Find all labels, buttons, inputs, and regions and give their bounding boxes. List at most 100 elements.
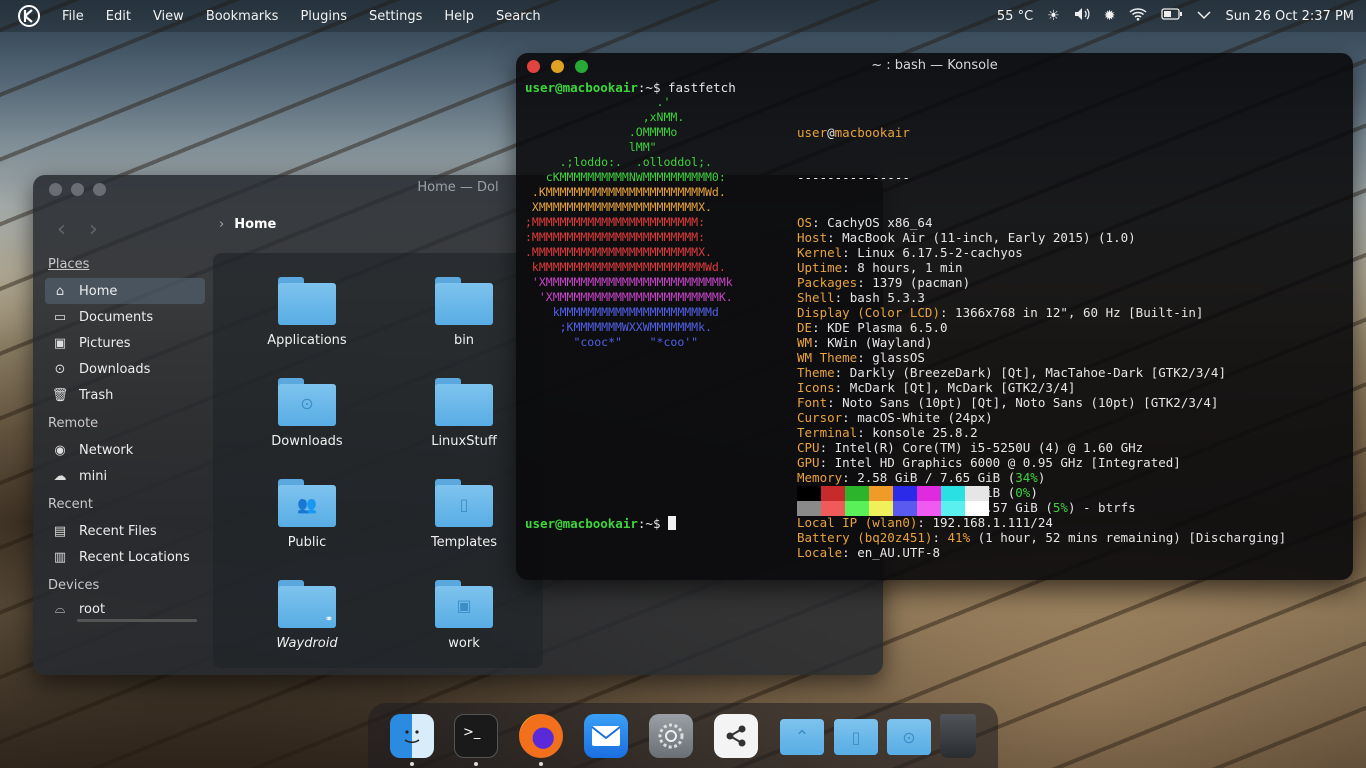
info-row: Terminal: konsole 25.8.2 [797,425,1286,440]
info-row: Icons: McDark [Qt], McDark [GTK2/3/4] [797,380,1286,395]
info-value: : glassOS [857,350,925,365]
menu-view[interactable]: View [153,9,184,24]
breadcrumb-home[interactable]: Home [234,217,276,232]
folder-waydroid[interactable]: ⚭ Waydroid [247,580,367,651]
applications-folder-icon[interactable]: ⌃ [780,719,824,755]
system-tray: 55 °C ☀ ✹ Sun 26 Oct 2:37 PM [983,0,1366,32]
sidebar-item-mini[interactable]: ☁ mini [45,463,205,489]
drive-icon: ⌓ [54,601,66,617]
share-icon[interactable] [714,714,758,758]
folder-work[interactable]: ▣ work [404,580,524,651]
downloads-folder-icon[interactable]: ⊙ [887,719,931,755]
sidebar-item-trash[interactable]: 🗑 Trash [45,382,205,408]
battery-icon[interactable] [1161,8,1183,24]
folder-templates[interactable]: ▯ Templates [404,479,524,550]
volume-icon[interactable] [1074,7,1090,25]
forward-button[interactable]: › [89,217,98,242]
sidebar-item-label: root [79,601,106,617]
menu-plugins[interactable]: Plugins [300,9,347,24]
sidebar-item-home[interactable]: ⌂ Home [45,278,205,304]
logo-line: ;KMMMMMMMWXXWMMMMMMMk. [525,320,712,334]
system-settings-icon[interactable] [649,714,693,758]
mail-icon[interactable] [584,714,628,758]
finder-icon[interactable] [390,714,434,758]
konsole-window: ~ : bash — Konsole user@macbookair:~$ fa… [516,53,1353,580]
night-light-icon[interactable]: ✹ [1104,8,1116,24]
maximize-button[interactable] [93,183,106,196]
info-value: : Noto Sans (10pt) [Qt], Noto Sans (10pt… [827,395,1219,410]
folder-applications[interactable]: Applications [247,277,367,348]
sidebar-item-label: mini [79,468,108,484]
minimize-button[interactable] [71,183,84,196]
color-swatch [941,486,965,501]
info-row: WM Theme: glassOS [797,350,1286,365]
info-key: Memory [797,470,843,485]
sidebar-item-network[interactable]: ◉ Network [45,437,205,463]
sidebar-item-recent-files[interactable]: ▤ Recent Files [45,518,205,544]
color-swatch [893,501,917,516]
info-percent: 5% [1052,500,1068,515]
brightness-icon[interactable]: ☀ [1047,8,1060,24]
folder-downloads[interactable]: ⊙ Downloads [247,378,367,449]
info-percent: 41% [947,530,971,545]
logo-line: cKMMMMMMMMMMNWMMMMMMMMMM0: [525,170,726,184]
sidebar-item-root[interactable]: ⌓ root [45,599,205,619]
sidebar-item-pictures[interactable]: ▣ Pictures [45,330,205,356]
menu-file[interactable]: File [62,9,84,24]
running-indicator [539,762,543,766]
info-row: Shell: bash 5.3.3 [797,290,1286,305]
info-value: : Intel HD Graphics 6000 @ 0.95 GHz [Int… [819,455,1181,470]
sidebar-item-recent-locations[interactable]: ▥ Recent Locations [45,544,205,570]
folder-bin[interactable]: bin [404,277,524,348]
wifi-icon[interactable] [1129,7,1147,25]
info-value-tail: (1 hour, 52 mins remaining) [Discharging… [970,530,1287,545]
places-sidebar: Places ⌂ Home ▭ Documents ▣ Pictures ⊙ Downl… [45,257,205,622]
back-button[interactable]: ‹ [57,217,66,242]
kde-launcher-icon[interactable] [14,1,44,31]
sidebar-item-label: Network [79,442,134,458]
info-value: : macOS-White (24px) [842,410,993,425]
color-swatch [893,486,917,501]
folder-label: bin [453,333,475,348]
clock[interactable]: Sun 26 Oct 2:37 PM [1225,9,1354,24]
info-separator: --------------- [797,170,910,185]
info-value: : 192.168.1.111/24 [917,515,1053,530]
folder-linuxstuff[interactable]: LinuxStuff [404,378,524,449]
info-key: Locale [797,545,843,560]
menu-edit[interactable]: Edit [106,9,131,24]
color-swatch [821,486,845,501]
sidebar-item-downloads[interactable]: ⊙ Downloads [45,356,205,382]
logo-line: ;MMMMMMMMMMMMMMMMMMMMMMMM: [525,215,706,229]
menu-settings[interactable]: Settings [369,9,422,24]
info-value: : konsole 25.8.2 [857,425,978,440]
menu-help[interactable]: Help [444,9,474,24]
info-value-tail: ) - btrfs [1067,500,1136,515]
maximize-button[interactable] [575,60,588,73]
drive-usage-bar [77,619,197,622]
info-value: : CachyOS x86_64 [812,215,933,230]
menu-search[interactable]: Search [496,9,541,24]
folder-public[interactable]: 👥 Public [247,479,367,550]
prompt-path: :~$ [637,516,668,531]
sidebar-item-documents[interactable]: ▭ Documents [45,304,205,330]
logo-line: "cooc*" "*coo'" [525,335,699,349]
chevron-down-icon[interactable] [1197,8,1211,24]
current-prompt[interactable]: user@macbookair:~$ [525,516,676,531]
folder-label: Downloads [271,434,343,449]
breadcrumb[interactable]: › Home [219,217,276,232]
work-folder-icon: ▣ [435,580,493,628]
close-button[interactable] [527,60,540,73]
info-value-tail: ) [1037,470,1046,485]
firefox-icon[interactable] [519,714,563,758]
close-button[interactable] [49,183,62,196]
temperature-label[interactable]: 55 °C [997,9,1033,24]
chevron-right-icon: › [219,217,225,232]
info-key: Battery (bq20z451) [797,530,933,545]
documents-folder-icon[interactable]: ▯ [834,719,878,755]
trash-icon[interactable] [940,714,976,758]
menu-bookmarks[interactable]: Bookmarks [206,9,279,24]
terminal-icon[interactable]: >_ [454,714,498,758]
color-swatch [941,501,965,516]
info-host: macbookair [834,125,910,140]
minimize-button[interactable] [551,60,564,73]
